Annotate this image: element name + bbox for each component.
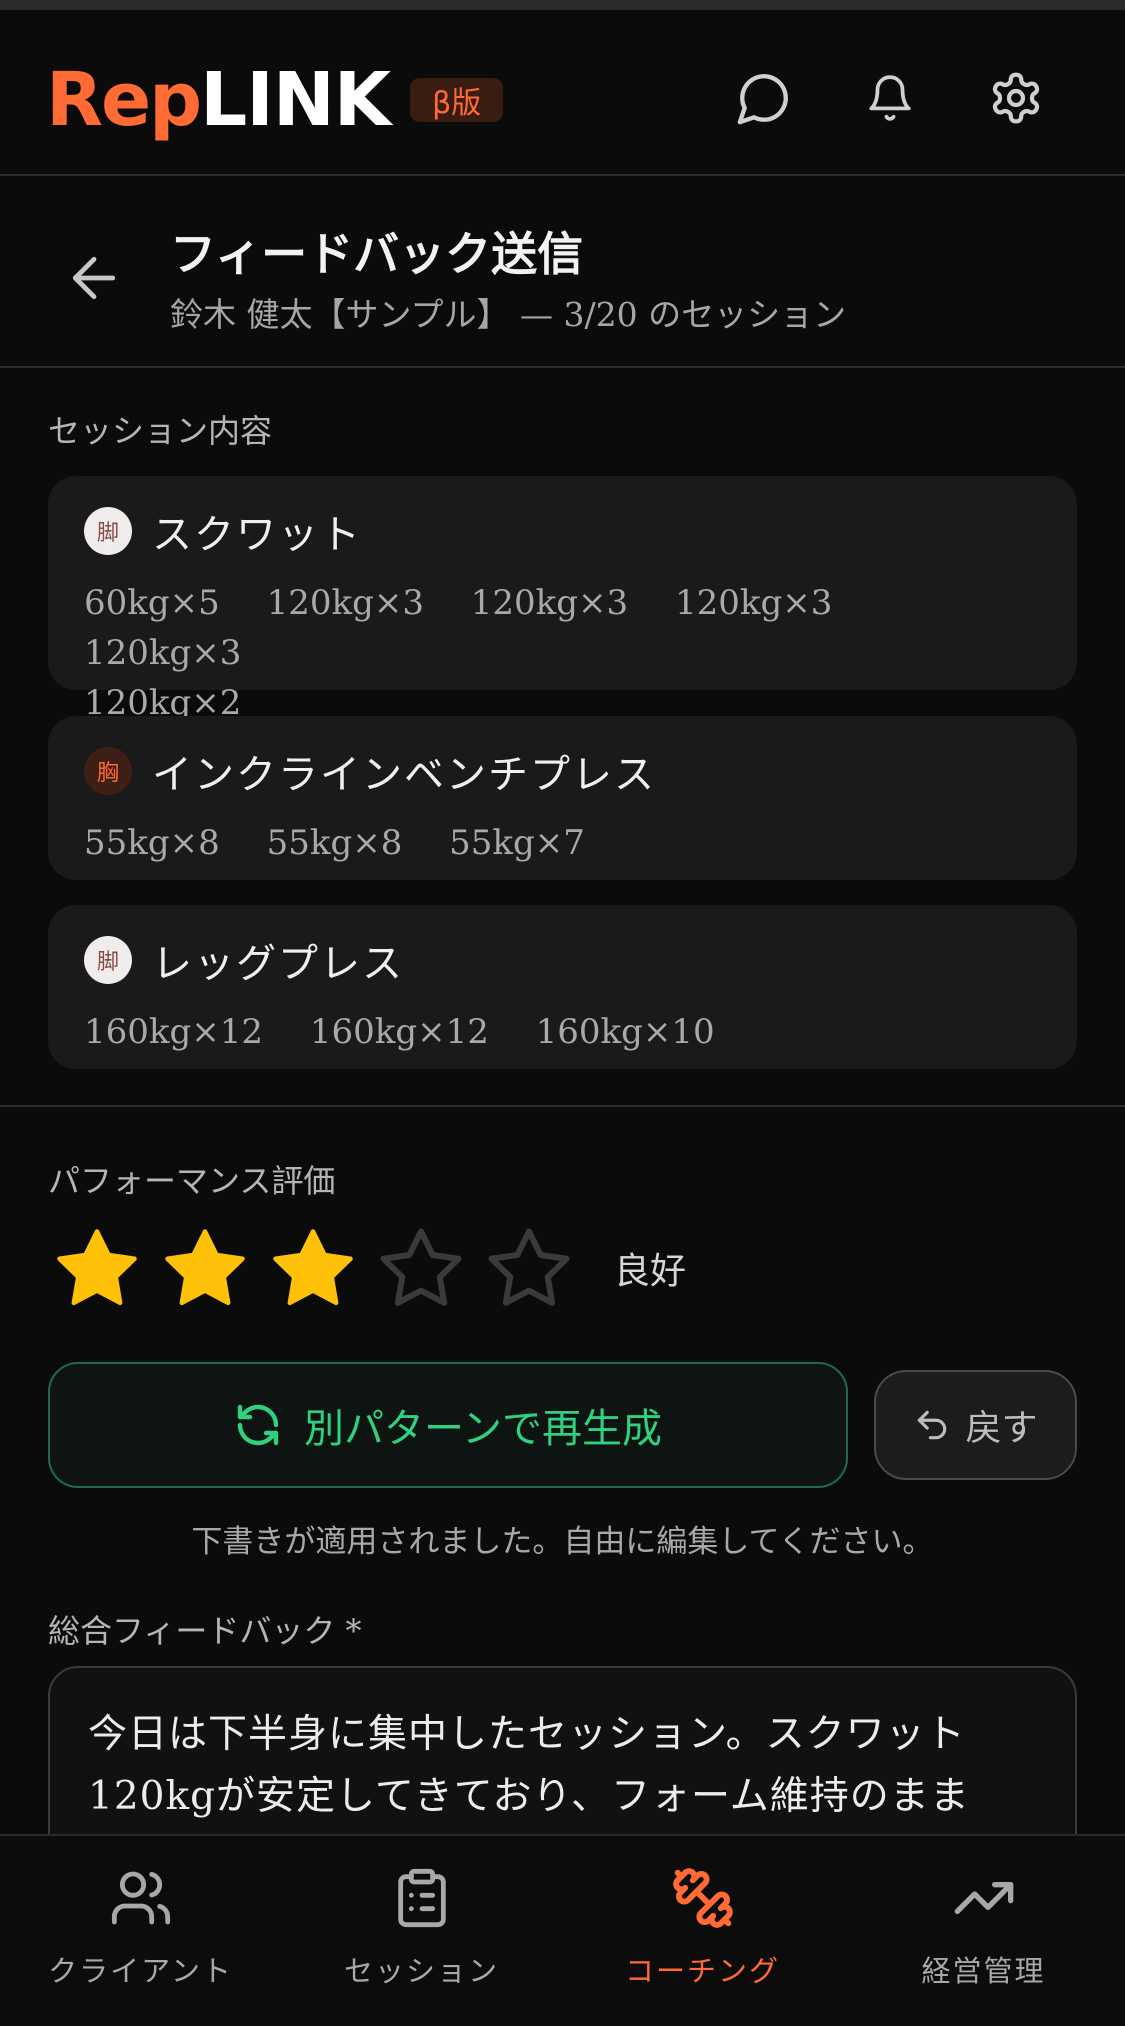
bell-icon[interactable] xyxy=(858,66,922,130)
bottom-nav: クライアント セッション コーチング 経営管理 xyxy=(0,1834,1125,2026)
set-item: 60kg×5 xyxy=(84,583,220,623)
exercise-name: レッグプレス xyxy=(152,941,404,987)
set-item: 120kg×3 xyxy=(84,633,242,673)
nav-item-clients[interactable]: クライアント xyxy=(0,1836,281,2026)
exercise-card: 脚 レッグプレス 160kg×12 160kg×12 160kg×10 xyxy=(48,905,1077,1069)
page-title: フィードバック送信 xyxy=(170,227,584,281)
undo-icon xyxy=(918,1410,947,1440)
chat-icon[interactable] xyxy=(732,66,796,130)
session-section-label: セッション内容 xyxy=(48,412,273,450)
exercise-name: スクワット xyxy=(152,512,362,558)
dumbbell-icon xyxy=(671,1866,735,1930)
set-item: 120kg×3 xyxy=(470,583,629,623)
page-header: フィードバック送信 鈴木 健太【サンプル】 — 3/20 のセッション xyxy=(0,178,1125,368)
star-rating[interactable] xyxy=(52,1224,592,1314)
nav-label: セッション xyxy=(343,1954,499,1988)
star-filled-icon[interactable] xyxy=(160,1224,250,1314)
star-empty-icon[interactable] xyxy=(376,1224,466,1314)
feedback-section-label: 総合フィードバック * xyxy=(48,1612,362,1650)
regenerate-button[interactable]: 別パターンで再生成 xyxy=(48,1362,848,1488)
feedback-text: 今日は下半身に集中したセッション。スクワット120kgが安定してきており、フォー… xyxy=(88,1712,970,1819)
clipboard-icon xyxy=(390,1866,454,1930)
body-part-badge: 脚 xyxy=(84,507,132,555)
nav-item-coaching[interactable]: コーチング xyxy=(562,1836,843,2026)
status-strip xyxy=(0,0,1125,10)
exercise-sets: 60kg×5 120kg×3 120kg×3 120kg×3 120kg×3 1… xyxy=(84,578,1044,728)
exercise-sets: 160kg×12 160kg×12 160kg×10 xyxy=(84,1007,1044,1057)
star-filled-icon[interactable] xyxy=(52,1224,142,1314)
rating-section-label: パフォーマンス評価 xyxy=(48,1162,336,1200)
logo-rep-text: Rep xyxy=(46,57,202,143)
star-empty-icon[interactable] xyxy=(484,1224,574,1314)
set-item: 120kg×3 xyxy=(266,583,424,623)
nav-label: 経営管理 xyxy=(921,1954,1046,1988)
nav-label: コーチング xyxy=(624,1954,780,1988)
trending-up-icon xyxy=(952,1866,1016,1930)
body-part-badge: 胸 xyxy=(84,747,132,795)
star-filled-icon[interactable] xyxy=(268,1224,358,1314)
nav-label: クライアント xyxy=(48,1954,233,1988)
beta-badge: β版 xyxy=(410,78,504,122)
page: Rep LINK β版 フィードバック送信 鈴木 健太【サンプル】 — 3/20… xyxy=(0,0,1125,2026)
undo-label: 戻す xyxy=(965,1408,1038,1449)
nav-item-management[interactable]: 経営管理 xyxy=(843,1836,1124,2026)
set-item: 55kg×8 xyxy=(84,823,220,863)
app-logo[interactable]: Rep LINK β版 xyxy=(46,50,504,150)
set-item: 160kg×12 xyxy=(84,1012,264,1052)
exercise-card: 脚 スクワット 60kg×5 120kg×3 120kg×3 120kg×3 1… xyxy=(48,476,1077,723)
gear-icon[interactable] xyxy=(984,66,1048,130)
section-divider xyxy=(0,1105,1125,1107)
regenerate-label: 別パターンで再生成 xyxy=(304,1406,662,1452)
back-arrow-icon[interactable] xyxy=(62,246,126,310)
set-item: 120kg×3 xyxy=(674,583,833,623)
users-icon xyxy=(109,1866,173,1930)
exercise-name: インクラインベンチプレス xyxy=(152,752,656,798)
rating-label: 良好 xyxy=(614,1251,687,1292)
refresh-icon xyxy=(237,1404,279,1446)
body-part-badge: 脚 xyxy=(84,936,132,984)
set-item: 160kg×12 xyxy=(309,1012,489,1052)
app-header: Rep LINK β版 xyxy=(0,10,1125,176)
undo-button[interactable]: 戻す xyxy=(874,1370,1077,1480)
set-item: 160kg×10 xyxy=(535,1012,715,1052)
set-item: 55kg×7 xyxy=(449,823,585,863)
status-message: 下書きが適用されました。自由に編集してください。 xyxy=(191,1524,934,1560)
logo-link-text: LINK xyxy=(200,57,391,143)
exercise-card: 胸 インクラインベンチプレス 55kg×8 55kg×8 55kg×7 xyxy=(48,716,1077,880)
exercise-sets: 55kg×8 55kg×8 55kg×7 xyxy=(84,818,1044,868)
page-subtitle: 鈴木 健太【サンプル】 — 3/20 のセッション xyxy=(170,295,847,334)
set-item: 55kg×8 xyxy=(266,823,403,863)
nav-item-sessions[interactable]: セッション xyxy=(281,1836,562,2026)
